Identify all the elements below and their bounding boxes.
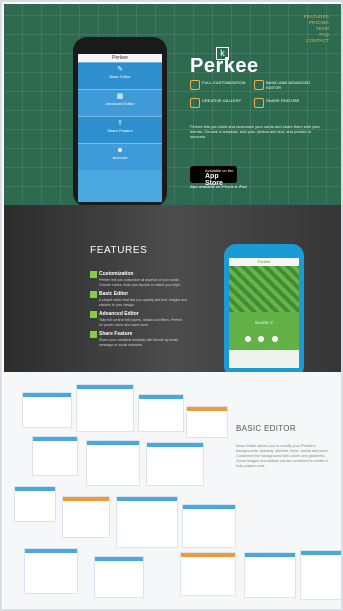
hero-feature: BASIC AND ADVANCED EDITOR [254, 80, 318, 96]
hero-feature: CREATIVE GALLERY [190, 98, 254, 114]
phone-menu-item[interactable]: ⇪ Share Feature [78, 116, 162, 143]
feature-desc: A simple editor that lets you quickly ad… [99, 298, 187, 307]
top-nav: FEATURES PRICING TEAM FAQ CONTACT [304, 14, 329, 44]
basic-editor-title: BASIC EDITOR [236, 424, 296, 433]
screenshot-thumb [180, 552, 236, 596]
feature-title: Share Feature [99, 331, 133, 337]
phone-menu-item[interactable]: ✎ Basic Editor [78, 62, 162, 89]
phone-screen: Perkee SHARE IT [229, 258, 299, 368]
twitter-icon[interactable] [258, 336, 265, 342]
hero-section: FEATURES PRICING TEAM FAQ CONTACT Perkee… [4, 4, 341, 205]
layers-icon [90, 311, 97, 318]
customize-icon [190, 80, 200, 90]
edit-icon: ✎ [117, 66, 123, 73]
screenshot-thumb [300, 550, 341, 600]
screenshot-thumb [138, 394, 184, 432]
feature-title: Customization [99, 271, 134, 277]
share-options [245, 329, 281, 347]
screenshot-thumb [182, 504, 236, 548]
basic-editor-section: BASIC EDITOR Basic Editor allows you to … [4, 372, 341, 609]
feature-desc: Perkee lets you customize all aspects of… [99, 278, 182, 287]
screenshot-thumb [116, 496, 178, 548]
features-section: FEATURES Customization Perkee lets you c… [4, 205, 341, 372]
edit-icon [90, 291, 97, 298]
share-icon [90, 331, 97, 338]
hero-feature-label: CREATIVE GALLERY [202, 98, 242, 103]
hero-feature: SHARE FEATURE [254, 98, 318, 114]
feature-desc: Share your creations instantly with frie… [99, 338, 179, 347]
share-icon: ⇪ [117, 120, 123, 127]
hero-feature-label: FULL CUSTOMIZATION [202, 80, 246, 85]
screenshot-thumb [244, 552, 296, 598]
hero-description: Perkee lets you build and customize your… [190, 124, 320, 139]
layers-icon [254, 80, 264, 90]
facebook-icon[interactable] [271, 336, 278, 342]
gallery-icon [190, 98, 200, 108]
phone-title: Perkee [229, 258, 299, 266]
screenshot-thumb [76, 384, 134, 432]
phone-menu-item[interactable]: ☻ Account [78, 143, 162, 170]
phone-menu-label: Account [112, 155, 128, 160]
phone-mockup: Perkee ✎ Basic Editor ▦ Advanced Editor … [73, 37, 167, 205]
screenshot-thumb [62, 496, 110, 538]
customize-icon [90, 271, 97, 278]
app-store-button[interactable]: Available on the App Store [190, 166, 237, 187]
features-title: FEATURES [90, 245, 148, 256]
brand-logo[interactable]: Perkee [190, 55, 259, 78]
phone-share-panel: SHARE IT [229, 312, 299, 350]
mail-icon[interactable] [245, 336, 251, 342]
feature-desc: Take full control with layers, masks and… [99, 318, 183, 327]
phone-menu-item[interactable]: ▦ Advanced Editor [78, 89, 162, 116]
layers-icon: ▦ [116, 93, 124, 100]
screenshot-thumb [22, 392, 72, 428]
screenshot-thumb [94, 556, 144, 598]
hero-feature-label: BASIC AND ADVANCED EDITOR [266, 80, 311, 90]
hero-feature-label: SHARE FEATURE [266, 98, 300, 103]
hero-feature: FULL CUSTOMIZATION [190, 80, 254, 96]
phone-footer [229, 350, 299, 368]
screenshot-thumb [24, 548, 78, 594]
phone-menu-label: Advanced Editor [105, 101, 135, 106]
screenshot-thumb [14, 486, 56, 522]
feature-title: Advanced Editor [99, 311, 139, 317]
phone-status-bar: Perkee [78, 54, 162, 62]
screenshot-thumb [32, 436, 78, 476]
basic-editor-description: Basic Editor allows you to modify your P… [236, 443, 329, 468]
screenshot-thumb [186, 406, 228, 438]
available-text: Also available on iPhone & iPad [190, 184, 247, 189]
page-frame: FEATURES PRICING TEAM FAQ CONTACT Perkee… [0, 0, 343, 611]
screenshot-thumb [86, 440, 140, 486]
user-icon: ☻ [116, 147, 124, 154]
feature-title: Basic Editor [99, 291, 129, 297]
phone-menu-label: Share Feature [107, 128, 133, 133]
phone-menu-label: Basic Editor [109, 74, 131, 79]
share-icon [254, 98, 264, 108]
nav-item-contact[interactable]: CONTACT [304, 38, 329, 44]
phone-share-label: SHARE IT [254, 320, 274, 325]
phone-screen: Perkee ✎ Basic Editor ▦ Advanced Editor … [78, 54, 162, 202]
screenshot-thumb [146, 442, 204, 486]
phone-mockup-share: Perkee SHARE IT [224, 244, 304, 372]
phone-card-image [229, 266, 299, 312]
